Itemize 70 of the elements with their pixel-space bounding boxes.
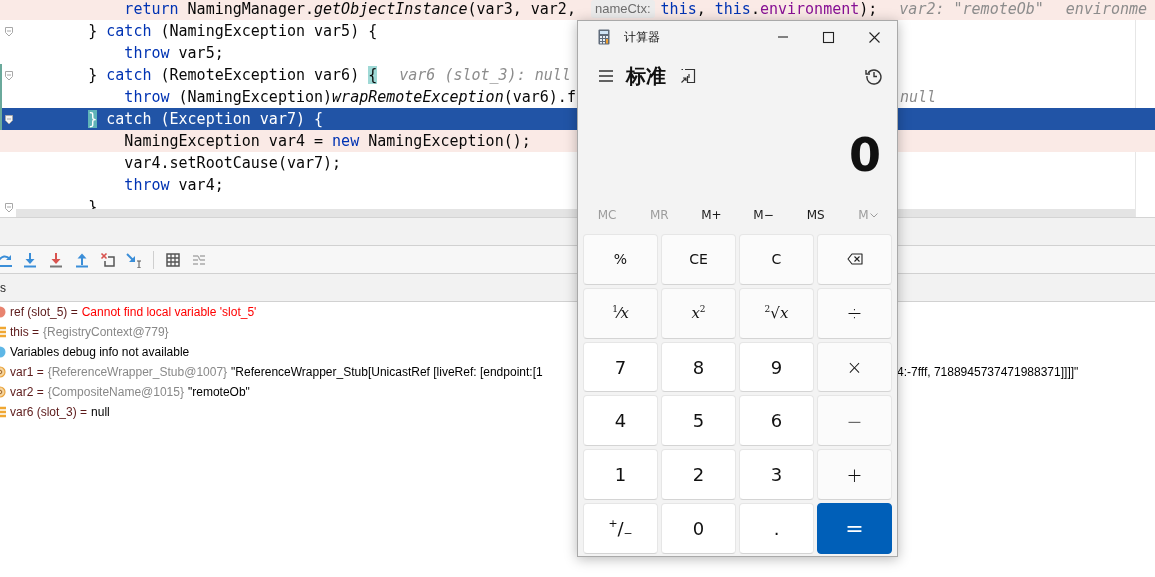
calculator-icon[interactable] xyxy=(165,251,181,268)
calculator-key[interactable]: $^{2}$√x xyxy=(739,287,814,339)
calculator-key[interactable]: 5 xyxy=(661,395,736,447)
calculator-key[interactable]: 8 xyxy=(661,341,736,393)
code-text: return NamingManager.getObjectInstance(var3, var2, xyxy=(124,0,577,19)
fold-icon[interactable] xyxy=(4,113,14,125)
calculator-key[interactable]: + xyxy=(817,449,892,501)
window-arrow-icon xyxy=(680,68,696,84)
inline-value: var2: "remoteOb" xyxy=(899,0,1044,19)
variable-entry[interactable]: var6 (slot_3) = null xyxy=(10,404,110,420)
variable-entry[interactable]: this = {RegistryContext@779} xyxy=(10,324,169,340)
backspace-icon xyxy=(846,253,863,266)
memory-button[interactable]: MS xyxy=(789,203,842,227)
calculator-key[interactable]: − xyxy=(817,395,892,447)
backspace-button[interactable] xyxy=(817,234,892,285)
history-icon xyxy=(865,67,883,85)
down-arrow-icon[interactable] xyxy=(22,251,38,268)
calculator-key[interactable]: % xyxy=(583,234,658,285)
scrollbar[interactable] xyxy=(898,209,1135,217)
code-text: throw var4; xyxy=(124,175,224,195)
calculator-key[interactable]: C xyxy=(739,234,814,285)
window-title: 计算器 xyxy=(624,28,660,46)
inline-value: null xyxy=(900,87,937,107)
code-text: this, this.environment); xyxy=(660,0,878,19)
code-text: NamingException var4 = new NamingException(); xyxy=(124,131,531,151)
calculator-key[interactable]: 0 xyxy=(661,503,736,554)
variable-entry[interactable]: var1 = {ReferenceWrapper_Stub@1007} "ReferenceWrapper_Stub[UnicastRef [liveRef: [endpoint:[1 xyxy=(10,364,543,380)
code-text: } catch (RemoteException var6) { xyxy=(88,65,378,85)
scrollbar[interactable] xyxy=(16,209,577,217)
menu-icon xyxy=(598,69,614,83)
memory-button[interactable]: M− xyxy=(737,203,790,227)
calculator-key[interactable]: $^{+}$/$_{−}$ xyxy=(583,503,658,554)
calculator-key[interactable]: 4 xyxy=(583,395,658,447)
close-icon xyxy=(867,30,881,44)
code-text: var4.setRootCause(var7); xyxy=(124,153,342,173)
variable-entry[interactable]: var2 = {CompositeName@1015} "remoteOb" xyxy=(10,384,250,400)
code-text: throw (NamingException)wrapRemoteException(var6).f xyxy=(124,87,576,107)
mode-title: 标准 xyxy=(626,62,666,90)
cross-box-icon[interactable] xyxy=(100,251,116,268)
calculator-key[interactable]: . xyxy=(739,503,814,554)
code-text: } catch (NamingException var5) { xyxy=(88,21,378,41)
calculator-key[interactable]: $^{1}$⁄x xyxy=(583,287,658,339)
variable-value: 4:-7fff, 7188945737471988371]]]]" xyxy=(897,364,1079,380)
calculator-key[interactable]: CE xyxy=(661,234,736,285)
calculator-key[interactable]: 6 xyxy=(739,395,814,447)
memory-button[interactable]: M+ xyxy=(685,203,738,227)
calculator-key[interactable]: × xyxy=(817,341,892,393)
inline-value: var6 (slot_3): null xyxy=(399,65,571,85)
calculator-key[interactable]: 7 xyxy=(583,341,658,393)
calculator-key[interactable]: 9 xyxy=(739,341,814,393)
display-value: 0 xyxy=(849,127,881,184)
code-text: throw var5; xyxy=(124,43,224,63)
cursor-arrow-icon[interactable] xyxy=(126,251,142,268)
chevron-icon xyxy=(869,213,878,218)
info-message[interactable]: Variables debug info not available xyxy=(10,344,190,360)
calculator-app-icon xyxy=(598,29,610,45)
code-text: } catch (Exception var7) { xyxy=(88,109,324,129)
calculator-key[interactable]: 3 xyxy=(739,449,814,501)
calculator-key[interactable]: = xyxy=(817,503,892,554)
up-arrow-icon[interactable] xyxy=(74,251,90,268)
calculator-key[interactable]: 2 xyxy=(661,449,736,501)
parameter-hint: nameCtx: xyxy=(590,0,655,18)
calculator-key[interactable]: ÷ xyxy=(817,287,892,339)
down-arrow-icon[interactable] xyxy=(48,251,64,268)
inline-value: environme xyxy=(1065,0,1148,19)
calculator-key[interactable]: 1 xyxy=(583,449,658,501)
panel-title[interactable]: s xyxy=(0,280,6,295)
calculator-key[interactable]: x$^{2}$ xyxy=(661,287,736,339)
maximize-icon xyxy=(821,30,835,44)
variable-entry[interactable]: ref (slot_5) = Cannot find local variable 'slot_5' xyxy=(10,304,257,320)
